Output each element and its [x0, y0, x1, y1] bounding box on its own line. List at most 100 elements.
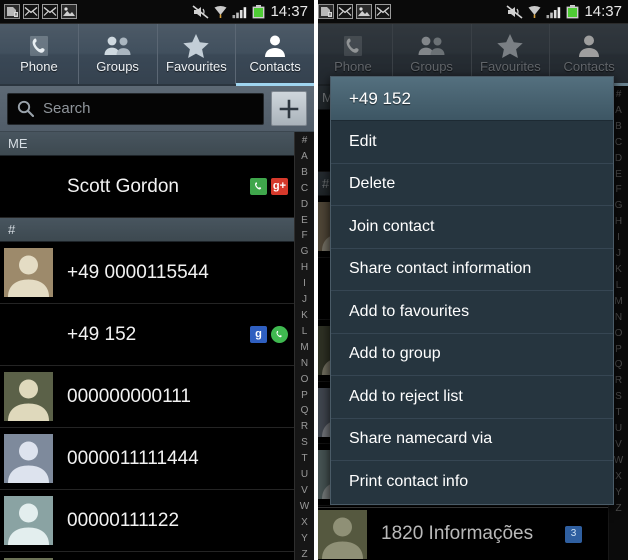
index-letter[interactable]: P [301, 388, 308, 404]
index-letter[interactable]: I [303, 276, 306, 292]
clock-time: 14:37 [584, 3, 622, 20]
tab-groups[interactable]: Groups [393, 24, 472, 84]
add-contact-button[interactable] [271, 91, 307, 126]
index-letter[interactable]: R [615, 373, 622, 389]
index-letter[interactable]: C [615, 135, 622, 151]
index-letter[interactable]: X [615, 469, 622, 485]
index-letter[interactable]: U [301, 467, 308, 483]
google-plus-badge: g+ [271, 178, 288, 195]
plus-icon [279, 99, 299, 118]
list-item[interactable]: 000000000111 [0, 366, 314, 428]
me-contact-badges: g+ [250, 178, 288, 195]
list-item-me[interactable]: Scott Gordon g+ [0, 156, 314, 218]
menu-item-add-to-reject-list[interactable]: Add to reject list [331, 376, 613, 419]
index-letter[interactable]: A [301, 149, 308, 165]
index-letter[interactable]: B [615, 119, 622, 135]
menu-item-delete[interactable]: Delete [331, 163, 613, 206]
alphabet-index-strip[interactable]: # A B C D E F G H I J K L M N O P Q R S T U V W X Y Z [294, 132, 314, 560]
index-letter[interactable]: W [300, 499, 309, 515]
gmail-icon [42, 4, 58, 19]
index-letter[interactable]: A [615, 103, 622, 119]
list-item[interactable]: 1820 Informações 3 [314, 507, 608, 560]
index-letter[interactable]: D [301, 197, 308, 213]
index-letter[interactable]: N [615, 310, 622, 326]
index-letter[interactable]: S [301, 435, 308, 451]
index-letter[interactable]: T [615, 405, 621, 421]
list-item[interactable]: +49 152 g [0, 304, 314, 366]
tab-phone[interactable]: Phone [0, 24, 79, 84]
index-letter[interactable]: X [301, 515, 308, 531]
index-letter[interactable]: P [615, 342, 622, 358]
battery-icon [253, 4, 265, 18]
index-letter[interactable]: Z [301, 547, 307, 560]
index-letter[interactable]: M [614, 294, 622, 310]
tab-favourites[interactable]: Favourites [472, 24, 551, 84]
contact-list[interactable]: M E Scott Gordon g+ # +49 0000115544 +49 … [0, 132, 314, 560]
menu-item-print-contact-info[interactable]: Print contact info [331, 461, 613, 504]
menu-item-edit[interactable]: Edit [331, 121, 613, 164]
index-letter[interactable]: V [615, 437, 622, 453]
index-letter[interactable]: J [302, 292, 307, 308]
index-letter[interactable]: V [301, 483, 308, 499]
index-letter[interactable]: I [617, 230, 620, 246]
menu-item-add-to-favourites[interactable]: Add to favourites [331, 291, 613, 334]
search-input[interactable]: Search [7, 92, 264, 125]
list-item[interactable]: 0000011111444 [0, 428, 314, 490]
index-letter[interactable]: Z [615, 501, 621, 517]
index-letter[interactable]: Y [615, 485, 622, 501]
index-letter[interactable]: L [616, 278, 622, 294]
tab-contacts[interactable]: Contacts [236, 24, 314, 86]
avatar [4, 248, 53, 297]
person-icon [264, 33, 286, 59]
index-letter[interactable]: O [615, 326, 623, 342]
index-letter[interactable]: M [300, 340, 308, 356]
index-letter[interactable]: T [301, 451, 307, 467]
index-letter[interactable]: B [301, 165, 308, 181]
whatsapp-badge [271, 326, 288, 343]
image-icon [61, 4, 77, 19]
index-letter[interactable]: R [301, 419, 308, 435]
person-icon [578, 33, 600, 59]
index-letter[interactable]: K [301, 308, 308, 324]
index-letter[interactable]: U [615, 421, 622, 437]
tab-favourites[interactable]: Favourites [158, 24, 237, 84]
index-letter[interactable]: L [302, 324, 308, 340]
index-letter[interactable]: W [614, 453, 623, 469]
index-letter[interactable]: J [616, 246, 621, 262]
index-letter[interactable]: F [615, 182, 621, 198]
index-letter[interactable]: S [615, 389, 622, 405]
tab-favourites-label: Favourites [480, 59, 541, 74]
tab-groups[interactable]: Groups [79, 24, 158, 84]
contact-name: 1820 Informações [381, 523, 534, 544]
menu-item-share-contact-information[interactable]: Share contact information [331, 248, 613, 291]
index-letter[interactable]: G [301, 244, 309, 260]
index-letter[interactable]: N [301, 356, 308, 372]
index-letter[interactable]: # [302, 133, 308, 149]
tab-groups-label: Groups [410, 59, 453, 74]
list-item[interactable]: 1820 Informações [0, 552, 314, 560]
menu-item-add-to-group[interactable]: Add to group [331, 333, 613, 376]
index-letter[interactable]: E [301, 213, 308, 229]
menu-item-join-contact[interactable]: Join contact [331, 206, 613, 249]
index-letter[interactable]: H [301, 260, 308, 276]
index-letter[interactable]: O [301, 372, 309, 388]
avatar [318, 509, 367, 559]
list-item[interactable]: +49 0000115544 [0, 242, 314, 304]
index-letter[interactable]: F [301, 228, 307, 244]
index-letter[interactable]: Q [301, 403, 309, 419]
index-letter[interactable]: G [615, 198, 623, 214]
index-letter[interactable]: Y [301, 531, 308, 547]
list-item[interactable]: 00000111122 [0, 490, 314, 552]
index-letter[interactable]: D [615, 151, 622, 167]
index-letter[interactable]: Q [615, 357, 623, 373]
menu-item-share-namecard-via[interactable]: Share namecard via [331, 418, 613, 461]
status-bar: 14:37 [0, 0, 314, 24]
tab-contacts[interactable]: Contacts [550, 24, 628, 86]
tab-phone[interactable]: Phone [314, 24, 393, 84]
index-letter[interactable]: C [301, 181, 308, 197]
contact-badges: g [250, 326, 288, 343]
index-letter[interactable]: H [615, 214, 622, 230]
index-letter[interactable]: E [615, 167, 622, 183]
index-letter[interactable]: # [616, 87, 622, 103]
index-letter[interactable]: K [615, 262, 622, 278]
